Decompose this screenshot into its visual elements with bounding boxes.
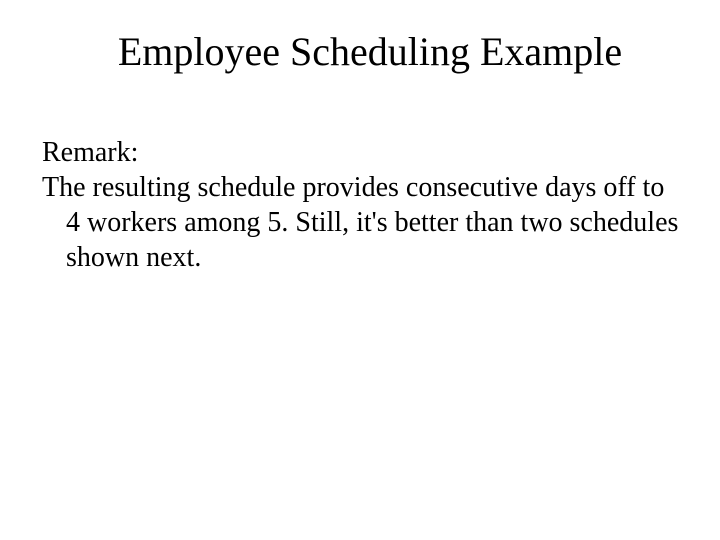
remark-body: The resulting schedule provides consecut… (42, 170, 680, 275)
slide-content: Remark: The resulting schedule provides … (40, 135, 680, 275)
slide-title: Employee Scheduling Example (40, 28, 680, 75)
slide-container: Employee Scheduling Example Remark: The … (0, 0, 720, 540)
remark-label: Remark: (42, 135, 680, 170)
